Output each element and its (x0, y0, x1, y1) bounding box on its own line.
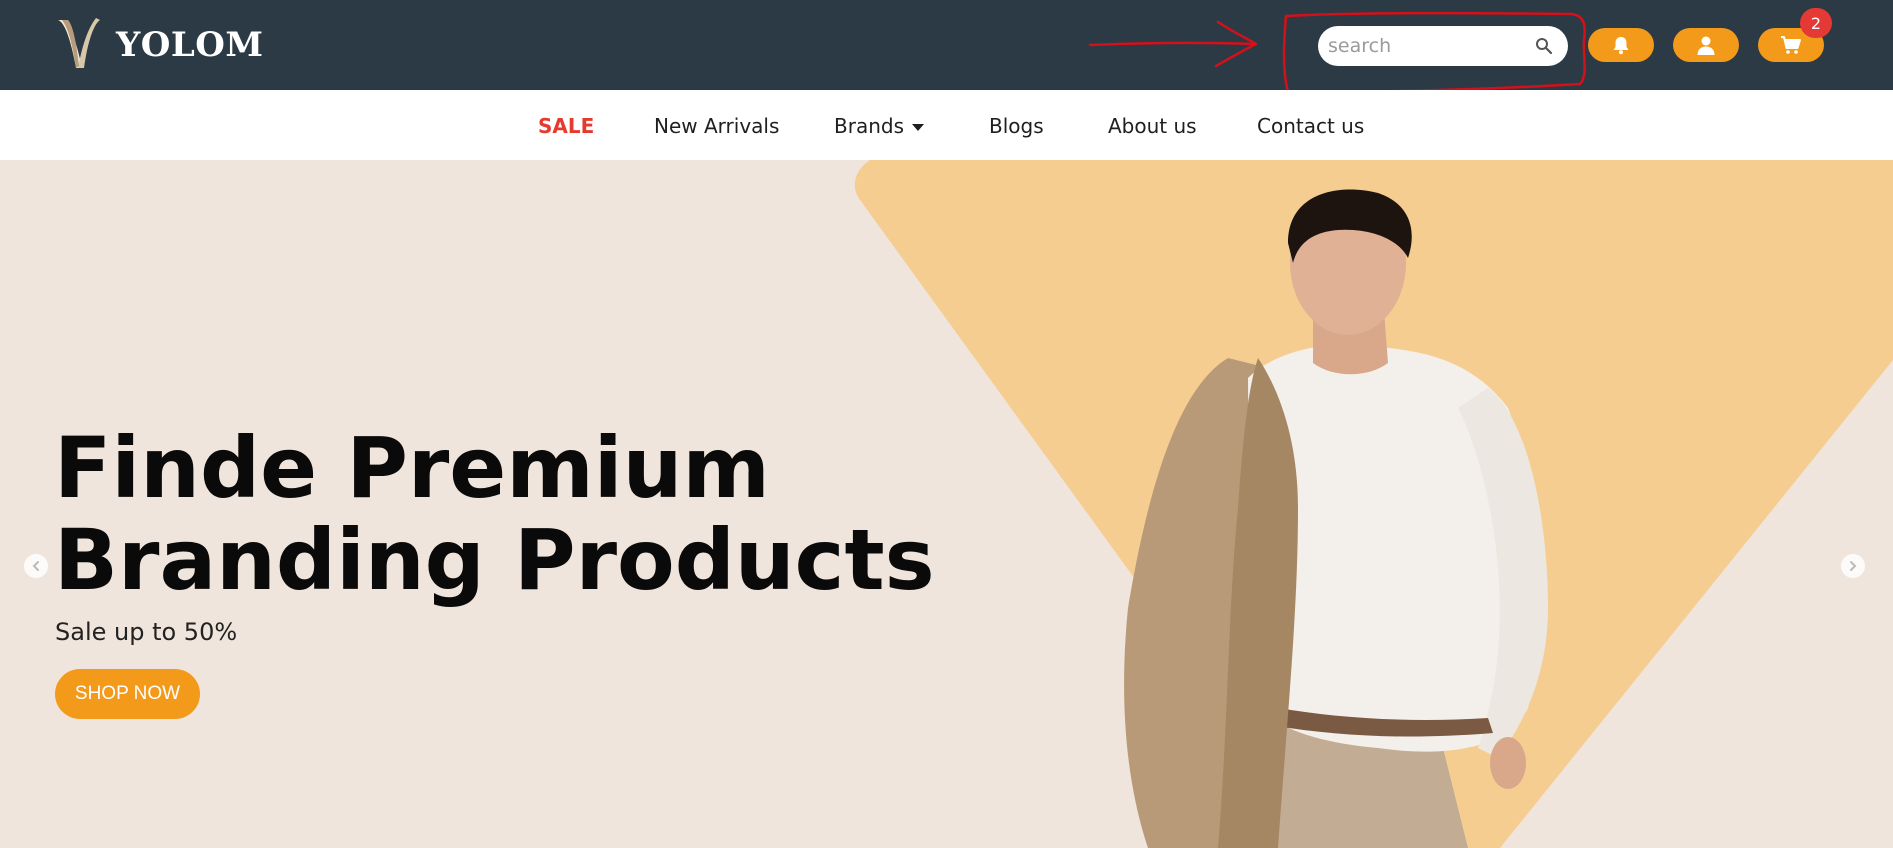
account-button[interactable] (1673, 28, 1739, 62)
cart-icon (1781, 36, 1801, 54)
yolom-logo-icon (58, 18, 100, 68)
main-nav: SALE New Arrivals Brands Blogs About us … (0, 90, 1893, 160)
user-icon (1697, 36, 1715, 55)
hero-model-image (1124, 189, 1548, 848)
search-bar (1318, 26, 1568, 66)
shop-now-button[interactable]: SHOP NOW (55, 669, 200, 719)
notifications-button[interactable] (1588, 28, 1654, 62)
hero-banner: Finde Premium Branding Products Sale up … (0, 160, 1893, 848)
nav-item-contact-us[interactable]: Contact us (1257, 114, 1364, 138)
hero-subtitle: Sale up to 50% (55, 618, 238, 646)
brand-name: YOLOM (116, 25, 264, 65)
hero-title-line-2: Branding Products (54, 511, 935, 609)
hero-title-line-1: Finde Premium (54, 419, 770, 517)
hero-title: Finde Premium Branding Products (54, 422, 935, 606)
caret-down-icon (912, 124, 924, 131)
brand-logo[interactable]: YOLOM (54, 18, 264, 72)
bell-icon (1613, 37, 1629, 55)
nav-item-new-arrivals[interactable]: New Arrivals (654, 114, 779, 138)
cart-count-badge: 2 (1800, 8, 1832, 38)
search-input[interactable] (1318, 26, 1538, 66)
carousel-prev-button[interactable] (24, 554, 48, 578)
top-bar: YOLOM 2 (0, 0, 1893, 94)
nav-item-sale[interactable]: SALE (538, 114, 594, 138)
carousel-next-button[interactable] (1841, 554, 1865, 578)
chevron-left-icon (32, 561, 39, 571)
nav-item-blogs[interactable]: Blogs (989, 114, 1044, 138)
chevron-right-icon (1850, 561, 1857, 571)
nav-item-brands[interactable]: Brands (834, 114, 924, 138)
nav-item-brands-label: Brands (834, 114, 904, 138)
nav-item-about-us[interactable]: About us (1108, 114, 1197, 138)
search-icon[interactable] (1534, 36, 1554, 56)
annotation-arrow (1088, 20, 1258, 68)
